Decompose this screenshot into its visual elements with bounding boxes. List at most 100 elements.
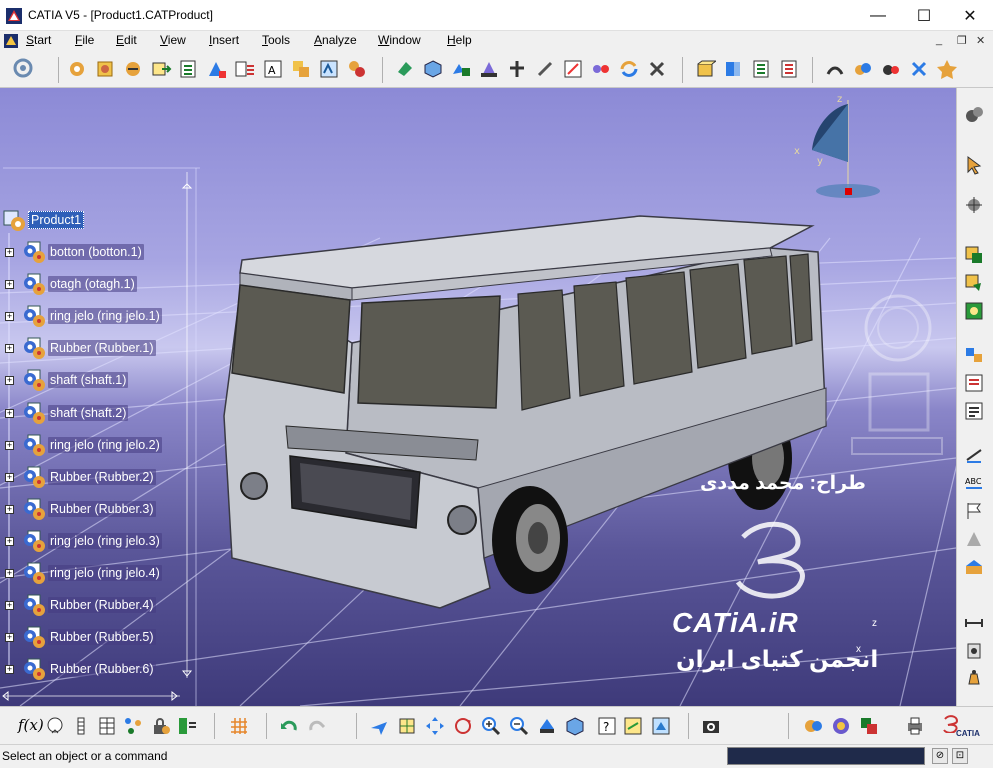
isometric-view-icon[interactable] (564, 715, 586, 737)
capture-icon[interactable] (700, 715, 722, 737)
tree-node[interactable]: Rubber (Rubber.2) (22, 466, 156, 488)
snap-icon[interactable] (478, 58, 500, 80)
update-icon[interactable] (618, 58, 640, 80)
tree-node[interactable]: Rubber (Rubber.4) (22, 594, 156, 617)
gear-assembly-icon[interactable] (66, 58, 88, 80)
catia-app-icon[interactable] (6, 8, 22, 24)
shading-icon[interactable] (650, 715, 672, 737)
knowledge-advisor-icon[interactable] (44, 715, 66, 737)
tree-expand-toggle[interactable]: + (5, 312, 14, 322)
pan-icon[interactable] (424, 715, 446, 737)
tree-node[interactable]: ring jelo (ring jelo.2) (22, 434, 162, 456)
tree-node-label[interactable]: Rubber (Rubber.4) (48, 597, 156, 614)
tree-expand-toggle[interactable]: + (5, 408, 14, 418)
new-part-icon[interactable] (963, 272, 985, 294)
tree-expand-toggle[interactable]: + (5, 633, 14, 643)
select-arrow-icon[interactable] (963, 154, 985, 176)
redo-icon[interactable] (306, 715, 328, 737)
multi-instantiation-icon[interactable] (290, 58, 312, 80)
tree-node[interactable]: Rubber (Rubber.6) (22, 658, 156, 681)
explode-icon[interactable] (422, 58, 444, 80)
tree-expand-toggle[interactable]: + (5, 504, 14, 514)
product-structure-icon[interactable] (12, 57, 34, 79)
environment-icon[interactable] (858, 715, 880, 737)
existing-part-icon[interactable] (963, 300, 985, 322)
flag-note-icon[interactable] (963, 500, 985, 522)
swap-visible-space-icon[interactable] (622, 715, 644, 737)
tree-node[interactable]: shaft (shaft.1) (22, 369, 129, 392)
undo-icon[interactable] (278, 715, 300, 737)
grid-pattern-icon[interactable] (228, 715, 250, 737)
manipulation-icon[interactable] (394, 58, 416, 80)
menu-insert[interactable]: Insert (209, 33, 239, 47)
tree-expand-toggle[interactable]: + (5, 472, 14, 482)
lock-icon[interactable] (150, 715, 172, 737)
tree-node[interactable]: Rubber (Rubber.5) (22, 626, 156, 649)
annotation-text-icon[interactable]: ABC (963, 472, 985, 494)
menu-edit[interactable]: Edit (116, 33, 137, 47)
mdi-restore-button[interactable]: ❐ (957, 34, 967, 47)
mdi-close-button[interactable]: ✕ (976, 34, 985, 47)
tree-expand-toggle[interactable]: + (5, 440, 14, 450)
tree-node[interactable]: Rubber (Rubber.3) (22, 498, 156, 520)
tree-node-label[interactable]: Rubber (Rubber.5) (48, 629, 156, 646)
tree-root-node[interactable]: Product1 (2, 210, 85, 231)
close-button[interactable]: ✕ (947, 0, 993, 31)
zoom-out-icon[interactable] (508, 715, 530, 737)
tree-node-label[interactable]: Rubber (Rubber.3) (48, 500, 156, 517)
command-history-button[interactable]: ⊡ (952, 748, 968, 764)
menu-window[interactable]: Window (378, 33, 421, 47)
fit-all-in-icon[interactable] (396, 715, 418, 737)
tree-node[interactable]: botton (botton.1) (22, 241, 144, 263)
tree-node-label[interactable]: otagh (otagh.1) (48, 276, 137, 293)
minimize-button[interactable]: — (855, 0, 901, 31)
clash-icon[interactable] (824, 58, 846, 80)
tree-node-label[interactable]: ring jelo (ring jelo.1) (48, 308, 162, 325)
mdi-minimize-button[interactable]: _ (936, 34, 942, 46)
formula-button[interactable]: f(x) (18, 716, 44, 734)
sectioning-icon[interactable] (694, 58, 716, 80)
tree-expand-toggle[interactable]: + (5, 569, 14, 578)
menu-tools[interactable]: Tools (262, 33, 290, 47)
menu-help[interactable]: Help (447, 33, 472, 47)
tree-node[interactable]: otagh (otagh.1) (22, 273, 137, 296)
replace-component-icon[interactable] (150, 58, 172, 80)
catalog-icon[interactable] (122, 715, 144, 737)
parameters-explorer-icon[interactable] (176, 715, 198, 737)
reorder-tree-icon[interactable] (963, 372, 985, 394)
manage-representations-icon[interactable]: A (262, 58, 284, 80)
menu-analyze[interactable]: Analyze (314, 33, 357, 47)
angle-constraint-icon[interactable] (590, 58, 612, 80)
existing-component-icon[interactable] (122, 58, 144, 80)
analyze-constraints-icon[interactable] (880, 58, 902, 80)
tree-node-label[interactable]: shaft (shaft.1) (48, 372, 129, 389)
tree-node[interactable]: Rubber (Rubber.1) (22, 337, 156, 360)
star-feature-icon[interactable] (936, 58, 958, 80)
insert-component-icon[interactable] (94, 58, 116, 80)
scene-icon[interactable] (963, 528, 985, 550)
tree-node-label[interactable]: Rubber (Rubber.1) (48, 340, 156, 357)
tree-node[interactable]: shaft (shaft.2) (22, 402, 129, 424)
render-icon[interactable] (802, 715, 824, 737)
quick-select-icon[interactable] (963, 194, 985, 216)
tree-node-label[interactable]: Rubber (Rubber.2) (48, 468, 156, 485)
tree-expand-toggle[interactable]: + (5, 536, 14, 546)
zoom-in-icon[interactable] (480, 715, 502, 737)
table-grid-icon[interactable] (96, 715, 118, 737)
tree-expand-toggle[interactable]: + (5, 665, 14, 675)
graph-tree-reordering-icon[interactable] (178, 58, 200, 80)
assembly-features-icon[interactable] (778, 58, 800, 80)
menu-file[interactable]: File (75, 33, 94, 47)
tree-node-label[interactable]: ring jelo (ring jelo.3) (48, 532, 162, 549)
maximize-button[interactable]: ☐ (901, 0, 947, 31)
fast-multi-instantiation-icon[interactable] (318, 58, 340, 80)
menu-start[interactable]: Start (26, 33, 51, 47)
hide-show-icon[interactable]: ? (596, 715, 618, 737)
selective-load-icon[interactable] (234, 58, 256, 80)
tree-root-label[interactable]: Product1 (28, 211, 85, 229)
weight-icon[interactable] (963, 666, 985, 688)
tree-node[interactable]: ring jelo (ring jelo.1) (22, 305, 162, 328)
tree-expand-toggle[interactable]: + (5, 248, 14, 257)
tree-expand-toggle[interactable]: + (5, 344, 14, 354)
fix-component-icon[interactable] (646, 58, 668, 80)
